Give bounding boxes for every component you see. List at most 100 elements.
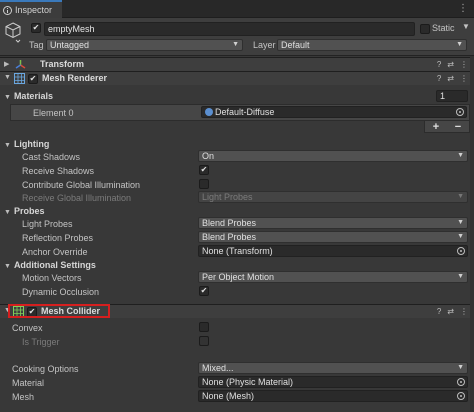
additional-settings-label: Additional Settings [13, 260, 96, 270]
object-picker-icon[interactable] [457, 247, 465, 255]
object-picker-icon[interactable] [457, 392, 465, 400]
transform-component-header[interactable]: ▶ Transform ? ⇄ ⋮ [0, 57, 474, 71]
receive-gi-label: Receive Global Illumination [22, 193, 132, 203]
context-menu-icon[interactable]: ⋮ [460, 74, 468, 83]
preset-icon[interactable]: ⇄ [447, 74, 454, 83]
chevron-down-icon: ▼ [457, 364, 464, 371]
static-checkbox[interactable] [420, 24, 430, 34]
layer-dropdown[interactable]: Default ▼ [277, 39, 467, 51]
chevron-down-icon: ▼ [457, 219, 464, 226]
material-sphere-icon [205, 108, 213, 116]
motion-vectors-value: Per Object Motion [202, 272, 275, 282]
tag-label: Tag [29, 40, 44, 50]
gameobject-header: ✔ emptyMesh Static ▼ Tag Untagged ▼ Layer… [0, 18, 474, 56]
additional-settings-foldout[interactable]: ▼ Additional Settings [4, 260, 96, 270]
receive-shadows-checkbox[interactable]: ✔ [199, 165, 209, 175]
help-icon[interactable]: ? [437, 60, 441, 69]
static-label: Static [432, 23, 455, 33]
dynamic-occlusion-checkbox[interactable]: ✔ [199, 286, 209, 296]
tab-bar: Inspector ⋮ [0, 0, 474, 18]
dynamic-occlusion-label: Dynamic Occlusion [22, 287, 100, 297]
tag-value: Untagged [50, 40, 90, 50]
element-0-material-field[interactable]: Default-Diffuse [201, 106, 467, 118]
materials-count-field[interactable]: 1 [436, 90, 468, 102]
chevron-down-icon: ▼ [232, 41, 239, 48]
info-icon [3, 5, 12, 15]
probes-label: Probes [13, 206, 45, 216]
lighting-label: Lighting [13, 139, 50, 149]
anchor-override-field[interactable]: None (Transform) [198, 245, 468, 257]
contribute-gi-checkbox[interactable] [199, 179, 209, 189]
material-value: Default-Diffuse [215, 107, 275, 117]
add-element-button[interactable]: + [433, 121, 439, 133]
scrollbar[interactable] [470, 56, 474, 412]
cast-shadows-label: Cast Shadows [22, 152, 81, 162]
is-trigger-checkbox [199, 336, 209, 346]
layer-label: Layer [253, 40, 276, 50]
cast-shadows-dropdown[interactable]: On ▼ [198, 150, 468, 162]
motion-vectors-dropdown[interactable]: Per Object Motion ▼ [198, 271, 468, 283]
remove-element-button[interactable]: − [455, 121, 461, 133]
reflection-probes-label: Reflection Probes [22, 233, 94, 243]
reflection-probes-dropdown[interactable]: Blend Probes ▼ [198, 231, 468, 243]
kebab-menu-icon[interactable]: ⋮ [458, 3, 468, 14]
convex-label: Convex [12, 323, 43, 333]
mesh-field[interactable]: None (Mesh) [198, 390, 468, 402]
cooking-options-dropdown[interactable]: Mixed... ▼ [198, 362, 468, 374]
cast-shadows-value: On [202, 151, 215, 161]
help-icon[interactable]: ? [437, 74, 441, 83]
help-icon[interactable]: ? [437, 307, 441, 316]
component-title: Mesh Renderer [42, 73, 108, 83]
preset-icon[interactable]: ⇄ [447, 307, 454, 316]
contribute-gi-label: Contribute Global Illumination [22, 180, 141, 190]
mesh-value: None (Mesh) [202, 391, 255, 401]
tag-dropdown[interactable]: Untagged ▼ [46, 39, 243, 51]
gameobject-name-input[interactable]: emptyMesh [44, 22, 415, 36]
layer-value: Default [281, 40, 310, 50]
component-title: Transform [40, 59, 85, 69]
object-picker-icon[interactable] [456, 108, 464, 116]
chevron-down-icon: ▼ [457, 193, 464, 200]
context-menu-icon[interactable]: ⋮ [460, 60, 468, 69]
mesh-collider-highlight-box [8, 304, 110, 318]
cube-icon[interactable] [4, 21, 22, 43]
materials-foldout[interactable]: ▼ Materials [4, 91, 53, 101]
foldout-down-icon: ▼ [4, 209, 11, 216]
foldout-down-icon: ▼ [4, 94, 11, 101]
anchor-override-label: Anchor Override [22, 247, 88, 257]
convex-checkbox[interactable] [199, 322, 209, 332]
probes-foldout[interactable]: ▼ Probes [4, 206, 44, 216]
mesh-renderer-enabled-checkbox[interactable]: ✔ [28, 74, 38, 84]
element-0-label: Element 0 [33, 108, 74, 118]
context-menu-icon[interactable]: ⋮ [460, 307, 468, 316]
tab-inspector[interactable]: Inspector [0, 0, 62, 18]
cooking-options-label: Cooking Options [12, 364, 79, 374]
light-probes-label: Light Probes [22, 219, 73, 229]
materials-label: Materials [13, 91, 53, 101]
receive-gi-value: Light Probes [202, 192, 253, 202]
physic-material-value: None (Physic Material) [202, 377, 294, 387]
list-add-remove-controls: + − [424, 121, 470, 133]
is-trigger-label: Is Trigger [22, 337, 60, 347]
light-probes-value: Blend Probes [202, 218, 257, 228]
chevron-down-icon: ▼ [457, 233, 464, 240]
physic-material-field[interactable]: None (Physic Material) [198, 376, 468, 388]
chevron-down-icon: ▼ [457, 152, 464, 159]
active-checkbox[interactable]: ✔ [31, 23, 41, 33]
light-probes-dropdown[interactable]: Blend Probes ▼ [198, 217, 468, 229]
static-dropdown-arrow[interactable]: ▼ [462, 22, 470, 31]
mesh-label: Mesh [12, 392, 35, 402]
cooking-options-value: Mixed... [202, 363, 234, 373]
foldout-right-icon[interactable]: ▶ [4, 60, 9, 68]
chevron-down-icon: ▼ [457, 273, 464, 280]
lighting-foldout[interactable]: ▼ Lighting [4, 139, 49, 149]
receive-shadows-label: Receive Shadows [22, 166, 95, 176]
material-label: Material [12, 378, 45, 388]
anchor-override-value: None (Transform) [202, 246, 273, 256]
object-picker-icon[interactable] [457, 378, 465, 386]
reflection-probes-value: Blend Probes [202, 232, 257, 242]
mesh-renderer-component-header[interactable]: ▼ ✔ Mesh Renderer ? ⇄ ⋮ [0, 71, 474, 85]
preset-icon[interactable]: ⇄ [447, 60, 454, 69]
receive-gi-dropdown: Light Probes ▼ [198, 191, 468, 203]
foldout-down-icon[interactable]: ▼ [4, 74, 11, 81]
